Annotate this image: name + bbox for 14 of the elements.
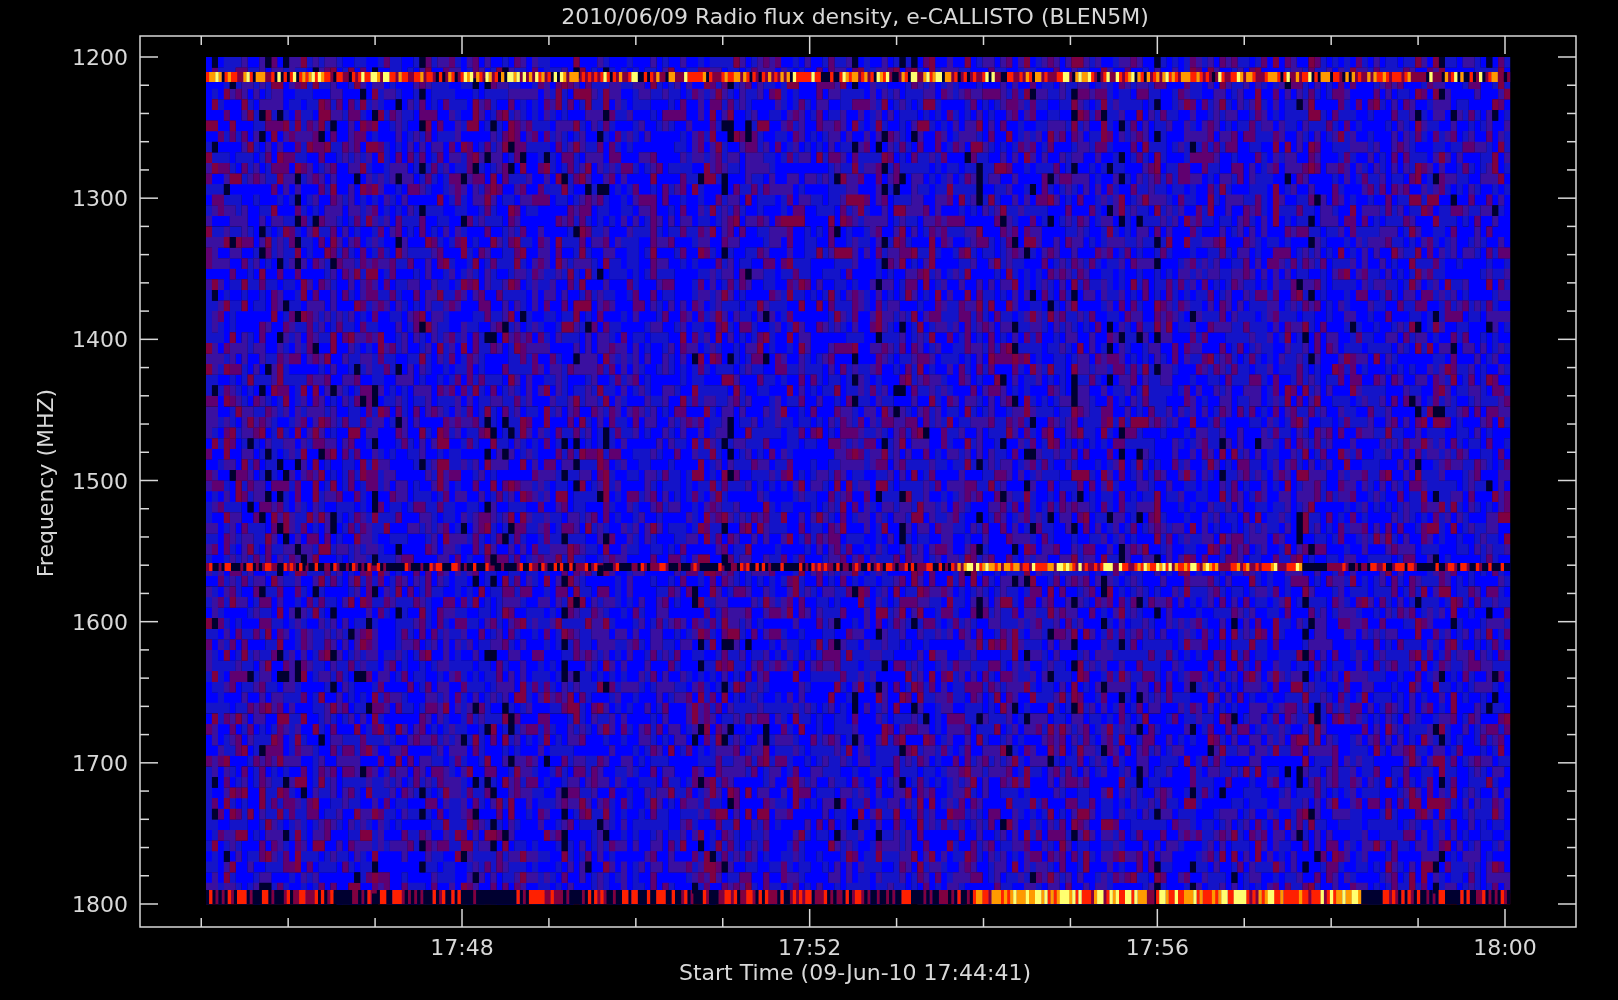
y-tick-label: 1400 [72, 327, 128, 353]
x-tick-label: 17:48 [430, 935, 494, 960]
y-tick-label: 1800 [72, 892, 128, 917]
y-tick-label: 1300 [72, 186, 128, 212]
x-tick-label: 17:56 [1125, 935, 1190, 960]
chart-title: 2010/06/09 Radio flux density, e-CALLISTO (BLEN5M) [561, 4, 1149, 29]
x-tick-label: 17:52 [777, 935, 842, 960]
y-tick-label: 1600 [72, 609, 128, 635]
x-tick-label: 18:00 [1473, 935, 1537, 960]
x-axis-title: Start Time (09-Jun-10 17:44:41) [679, 960, 1031, 985]
y-tick-label: 1500 [72, 468, 128, 494]
y-tick-label: 1200 [72, 45, 128, 70]
y-tick-label: 1700 [72, 750, 128, 776]
y-axis-title: Frequency (MHZ) [33, 388, 58, 578]
